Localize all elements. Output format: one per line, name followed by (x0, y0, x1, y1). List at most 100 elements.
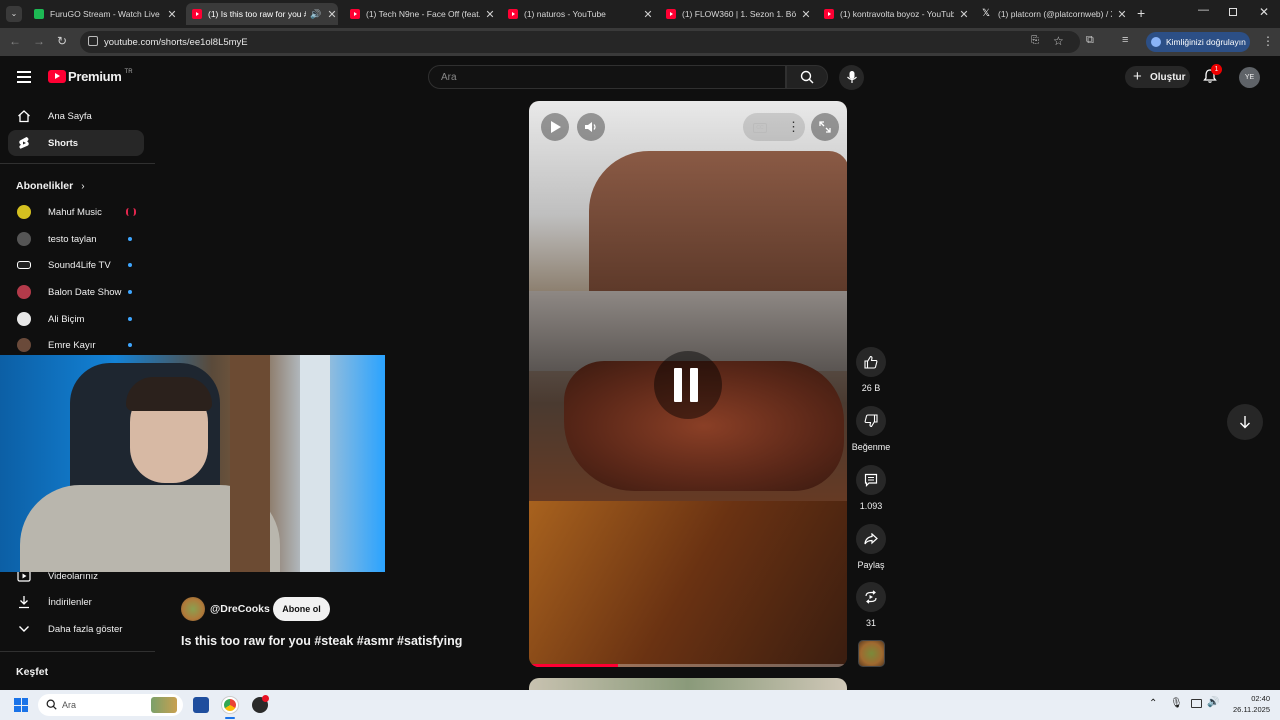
wall-light (300, 355, 330, 572)
like-button[interactable] (856, 347, 886, 377)
next-video-button[interactable] (1227, 404, 1263, 440)
verify-identity-button[interactable]: Kimliğinizi doğrulayın (1146, 32, 1250, 52)
close-tab-icon[interactable]: ✕ (642, 8, 654, 21)
hamburger-menu-icon[interactable] (17, 71, 31, 83)
search-input[interactable]: Ara (428, 65, 786, 89)
clock-time: 02:40 (1251, 694, 1270, 703)
browser-menu-icon[interactable]: ⋮ (1262, 34, 1274, 48)
obs-app-icon[interactable] (252, 695, 269, 713)
like-action[interactable]: 26 B (851, 347, 891, 393)
subscription-sound4life[interactable]: Sound4Life TV (8, 252, 144, 278)
tab-tech-n9ne[interactable]: (1) Tech N9ne - Face Off (feat. ✕ (344, 3, 496, 25)
reload-icon[interactable]: ↻ (57, 34, 67, 48)
create-button[interactable]: + Oluştur (1125, 66, 1190, 88)
remix-action[interactable]: 31 (851, 582, 891, 628)
tab-furugo[interactable]: FuruGO Stream - Watch Live on ✕ (28, 3, 178, 25)
comments-button[interactable] (856, 465, 886, 495)
video-title: Is this too raw for you #steak #asmr #sa… (181, 634, 463, 648)
fullscreen-icon (819, 121, 831, 133)
tab-audio-icon[interactable]: 🔊 (310, 9, 322, 20)
explore-header: Keşfet (16, 666, 49, 678)
minimize-icon[interactable]: — (1198, 4, 1209, 16)
cutting-board (529, 501, 847, 667)
comments-action[interactable]: 1.093 (851, 465, 891, 511)
back-icon[interactable]: ← (9, 34, 21, 48)
dislike-button[interactable] (856, 406, 886, 436)
tab-flow360[interactable]: (1) FLOW360 | 1. Sezon 1. Bölüm ✕ (660, 3, 812, 25)
subscription-ali-bicim[interactable]: Ali Biçim (8, 306, 144, 332)
sidebar-item-home[interactable]: Ana Sayfa (8, 103, 144, 129)
video-progress-bar[interactable] (529, 664, 847, 667)
youtube-icon (824, 9, 834, 19)
media-queue-icon[interactable]: ≡ (1122, 34, 1128, 46)
search-button[interactable] (786, 65, 828, 89)
dislike-action[interactable]: Beğenme (851, 406, 891, 452)
download-icon (8, 595, 40, 609)
channel-name[interactable]: @DreCooks (210, 603, 270, 615)
more-options-icon[interactable]: ⋮ (787, 119, 800, 135)
close-tab-icon[interactable]: ✕ (166, 8, 178, 21)
extensions-icon[interactable]: ⧉ (1086, 34, 1094, 47)
share-button[interactable] (856, 524, 886, 554)
captions-icon[interactable]: CC (753, 123, 767, 133)
windows-start-icon[interactable] (14, 698, 28, 712)
sidebar-item-shorts[interactable]: Shorts (8, 130, 144, 156)
sound-thumbnail[interactable] (858, 640, 885, 667)
tab-kontravolta[interactable]: (1) kontravolta boyoz - YouTube ✕ (818, 3, 970, 25)
youtube-premium-logo[interactable]: Premium TR (48, 69, 133, 84)
close-tab-icon[interactable]: ✕ (958, 8, 970, 21)
bookmark-star-icon[interactable]: ☆ (1053, 34, 1064, 48)
sidebar-show-more[interactable]: Daha fazla göster (8, 616, 144, 642)
volume-tray-icon[interactable]: 🔊 (1207, 697, 1219, 708)
tab-platcorn[interactable]: 𝕏 (1) platcorn (@platcornweb) / X ✕ (976, 3, 1128, 25)
account-avatar[interactable]: YE (1239, 67, 1260, 88)
close-tab-icon[interactable]: ✕ (326, 8, 338, 21)
notifications-button[interactable]: 1 (1202, 64, 1222, 86)
subscriptions-header[interactable]: Abonelikler › (16, 180, 85, 192)
browser-tab-strip: ⌄ FuruGO Stream - Watch Live on ✕ (1) Is… (0, 0, 1280, 28)
taskview-app-icon[interactable] (193, 697, 209, 713)
chrome-app-icon[interactable] (222, 697, 238, 713)
tray-expand-icon[interactable]: ⌃ (1149, 698, 1157, 709)
next-short-preview[interactable] (529, 678, 847, 690)
sidebar-item-downloads[interactable]: İndirilenler (8, 589, 144, 615)
windows-taskbar: Ara ⌃ 🎙 🔊 02:40 26.11.2025 (0, 690, 1280, 720)
fullscreen-button[interactable] (811, 113, 839, 141)
volume-icon (585, 122, 596, 132)
volume-button[interactable] (577, 113, 605, 141)
taskbar-search[interactable]: Ara (38, 694, 183, 716)
subscription-testo-taylan[interactable]: testo taylan (8, 226, 144, 252)
subscription-mahuf-music[interactable]: Mahuf Music (8, 199, 144, 225)
tab-list-dropdown-icon[interactable]: ⌄ (6, 6, 22, 22)
close-tab-icon[interactable]: ✕ (484, 8, 496, 21)
tab-naturos[interactable]: (1) naturos - YouTube ✕ (502, 3, 654, 25)
close-tab-icon[interactable]: ✕ (800, 8, 812, 21)
browser-toolbar: ← → ↻ youtube.com/shorts/ee1ol8L5myE ⎘ ☆… (0, 28, 1280, 56)
share-label: Paylaş (857, 560, 885, 570)
forward-icon[interactable]: → (33, 34, 45, 48)
close-tab-icon[interactable]: ✕ (1116, 8, 1128, 21)
install-app-icon[interactable]: ⎘ (1031, 35, 1039, 46)
tab-shorts-active[interactable]: (1) Is this too raw for you # 🔊 ✕ (186, 3, 338, 25)
youtube-header: Premium TR Ara + Oluştur 1 YE (0, 56, 1280, 98)
shorts-video-player[interactable]: CC ⋮ (529, 101, 847, 667)
pause-overlay[interactable] (654, 351, 722, 419)
new-tab-icon[interactable]: + (1137, 5, 1145, 21)
voice-search-button[interactable] (839, 65, 864, 90)
network-tray-icon[interactable] (1191, 699, 1202, 708)
close-window-icon[interactable]: ✕ (1259, 5, 1269, 19)
play-button[interactable] (541, 113, 569, 141)
microphone-tray-icon[interactable]: 🎙 (1170, 698, 1183, 709)
site-info-icon[interactable] (88, 36, 98, 46)
subscription-balon-date-show[interactable]: Balon Date Show (8, 279, 144, 305)
new-content-dot (128, 317, 132, 321)
channel-avatar[interactable] (181, 597, 205, 621)
restore-icon[interactable] (1229, 8, 1237, 16)
home-icon (8, 109, 40, 123)
share-action[interactable]: Paylaş (851, 524, 891, 570)
youtube-play-logo-icon (48, 70, 66, 83)
clock[interactable]: 02:40 26.11.2025 (1224, 693, 1270, 715)
address-bar[interactable]: youtube.com/shorts/ee1ol8L5myE (80, 31, 1080, 53)
subscribe-button[interactable]: Abone ol (273, 597, 330, 621)
remix-button[interactable] (856, 582, 886, 612)
